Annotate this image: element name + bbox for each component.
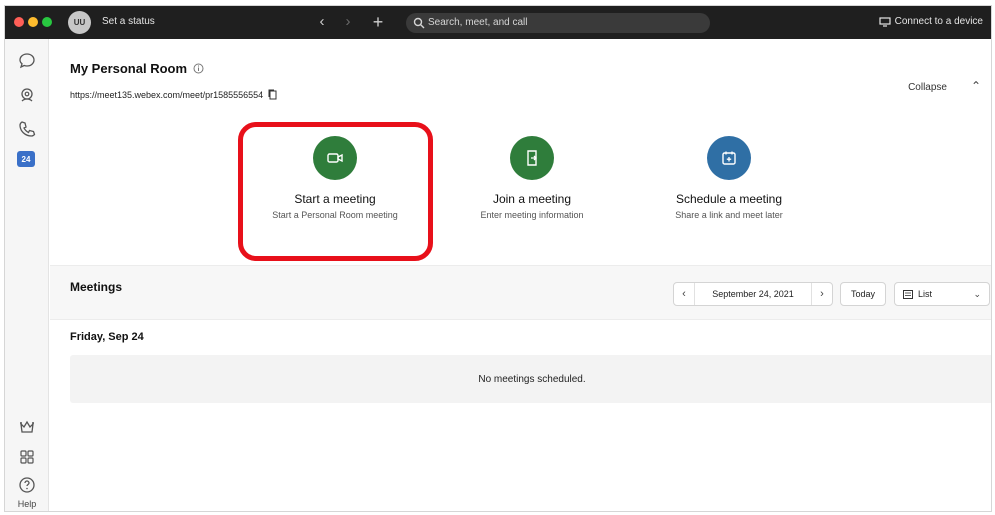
join-meeting-button[interactable]: Join a meeting Enter meeting information [442, 136, 622, 220]
search-placeholder: Search, meet, and call [428, 17, 528, 28]
main-content: My Personal Room https://meet135.webex.c… [50, 39, 991, 511]
meetings-header: Meetings ‹ September 24, 2021 › Today Li… [50, 265, 991, 320]
date-navigator: ‹ September 24, 2021 › [673, 282, 833, 306]
personal-room-title: My Personal Room [70, 61, 204, 76]
meetings-title: Meetings [70, 280, 123, 294]
today-button[interactable]: Today [840, 282, 886, 306]
current-date[interactable]: September 24, 2021 [694, 283, 812, 305]
room-url: https://meet135.webex.com/meet/pr1585556… [70, 89, 277, 100]
schedule-meeting-title: Schedule a meeting [675, 192, 783, 206]
chevron-up-icon[interactable]: ⌃ [971, 79, 981, 93]
calendar-icon[interactable]: 24 [17, 151, 35, 167]
phone-icon[interactable] [17, 119, 37, 139]
view-select[interactable]: List ⌄ [894, 282, 990, 306]
crown-icon[interactable] [17, 417, 37, 437]
connect-device-label: Connect to a device [894, 16, 983, 27]
chevron-down-icon: ⌄ [973, 289, 981, 299]
apps-grid-icon[interactable] [17, 447, 37, 467]
team-icon[interactable] [17, 85, 37, 105]
room-title-text: My Personal Room [70, 61, 188, 76]
empty-meetings-box: No meetings scheduled. [70, 355, 991, 403]
title-bar: UU Set a status ‹ › + Search, meet, and … [5, 6, 991, 39]
add-button[interactable]: + [368, 12, 388, 32]
help-icon[interactable] [17, 475, 37, 495]
join-meeting-subtitle: Enter meeting information [480, 210, 584, 220]
collapse-button[interactable]: Collapse [908, 82, 947, 93]
left-rail: 24 Help [5, 39, 49, 511]
help-label: Help [17, 499, 37, 509]
copy-icon[interactable] [268, 89, 277, 100]
day-label: Friday, Sep 24 [70, 331, 144, 343]
close-window-button[interactable] [14, 17, 24, 27]
schedule-meeting-button[interactable]: Schedule a meeting Share a link and meet… [639, 136, 819, 220]
view-select-label: List [918, 289, 933, 299]
join-meeting-title: Join a meeting [492, 192, 572, 206]
chat-bubble-icon[interactable] [17, 51, 37, 71]
search-icon [413, 17, 425, 29]
webex-window: UU Set a status ‹ › + Search, meet, and … [4, 5, 992, 512]
calendar-plus-icon [707, 136, 751, 180]
info-icon[interactable] [193, 63, 204, 74]
forward-button[interactable]: › [338, 12, 358, 32]
list-view-icon [903, 289, 913, 299]
minimize-window-button[interactable] [28, 17, 38, 27]
next-date-button[interactable]: › [812, 288, 832, 300]
back-button[interactable]: ‹ [312, 12, 332, 32]
room-url-text: https://meet135.webex.com/meet/pr1585556… [70, 89, 264, 100]
calendar-badge: 24 [21, 154, 31, 164]
connect-device-button[interactable]: Connect to a device [879, 16, 983, 27]
search-input[interactable]: Search, meet, and call [406, 13, 710, 33]
join-door-icon [510, 136, 554, 180]
highlight-annotation [238, 122, 433, 261]
empty-meetings-text: No meetings scheduled. [478, 373, 586, 385]
prev-date-button[interactable]: ‹ [674, 288, 694, 300]
schedule-meeting-subtitle: Share a link and meet later [675, 210, 783, 220]
set-status-link[interactable]: Set a status [102, 16, 155, 27]
device-icon [879, 16, 891, 27]
avatar[interactable]: UU [68, 11, 91, 34]
zoom-window-button[interactable] [42, 17, 52, 27]
